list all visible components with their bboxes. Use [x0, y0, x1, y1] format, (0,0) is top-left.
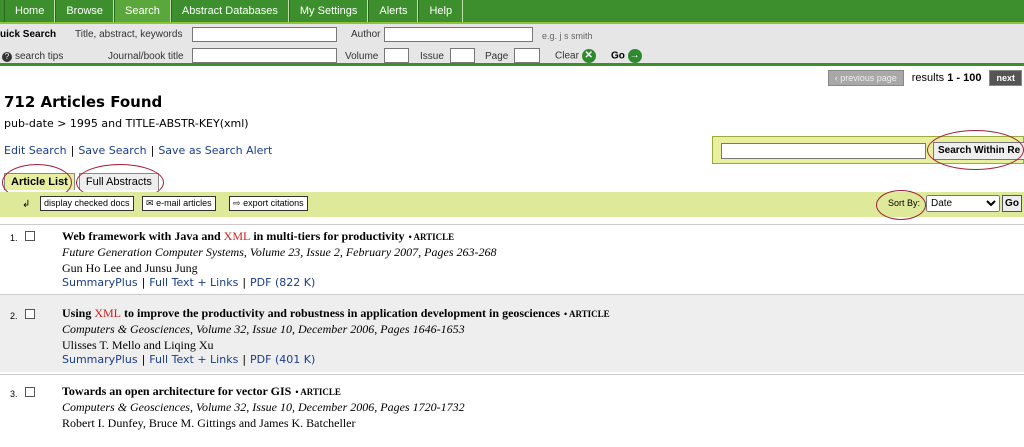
next-page-button[interactable]: next — [989, 70, 1022, 86]
volume-input[interactable] — [384, 48, 409, 63]
article-title-link[interactable]: Towards an open architecture for vector … — [62, 384, 341, 399]
article-number: 2. — [10, 311, 18, 321]
export-citations-button[interactable]: ⇨ export citations — [229, 196, 308, 211]
article-type: • ARTICLE — [295, 387, 341, 397]
list-item: 3. Towards an open architecture for vect… — [0, 374, 1024, 447]
help-icon: ? — [2, 52, 12, 62]
save-search-link[interactable]: Save Search — [78, 144, 146, 157]
quick-search-title: uick Search — [0, 29, 57, 40]
article-source: Computers & Geosciences, Volume 32, Issu… — [62, 400, 465, 414]
arrow-right-icon: → — [627, 49, 642, 63]
nav-tab-home[interactable]: Home — [4, 0, 56, 22]
results-pager: ‹ previous page results 1 - 100 next — [827, 70, 1022, 86]
full-text-link[interactable]: Full Text + Links — [149, 276, 238, 289]
nav-tab-search[interactable]: Search — [114, 0, 171, 22]
nav-tab-alerts[interactable]: Alerts — [368, 0, 419, 22]
article-authors: Gun Ho Lee and Junsu Jung — [62, 261, 198, 275]
summaryplus-link[interactable]: SummaryPlus — [62, 353, 138, 366]
go-button[interactable]: Go → — [611, 49, 642, 63]
article-type: • ARTICLE — [564, 309, 610, 319]
full-text-link[interactable]: Full Text + Links — [149, 353, 238, 366]
display-checked-docs-button[interactable]: display checked docs — [40, 196, 134, 211]
article-checkbox[interactable] — [25, 387, 35, 397]
article-title-link[interactable]: Web framework with Java and XML in multi… — [62, 229, 454, 244]
author-input[interactable] — [384, 27, 533, 42]
journal-title-label: Journal/book title — [108, 51, 184, 62]
nav-tab-help[interactable]: Help — [418, 0, 464, 22]
article-links: SummaryPlus | Full Text + Links | PDF (822 K… — [62, 276, 316, 289]
summaryplus-link[interactable]: SummaryPlus — [62, 276, 138, 289]
quick-search-panel: uick Search Title, abstract, keywords Au… — [0, 24, 1024, 66]
annotation-oval-search-within — [927, 130, 1024, 170]
export-icon: ⇨ — [233, 198, 241, 208]
page-input[interactable] — [514, 48, 540, 63]
check-arrow-icon: ↲ — [22, 199, 31, 210]
sort-by-select[interactable]: Date — [926, 195, 1000, 212]
results-toolbar: ↲ display checked docs ✉ e-mail articles… — [0, 192, 1024, 217]
article-checkbox[interactable] — [25, 309, 35, 319]
article-type: • ARTICLE — [408, 232, 455, 242]
journal-title-input[interactable] — [192, 48, 337, 63]
list-item: 2. Using XML to improve the productivity… — [0, 294, 1024, 372]
results-heading: 712 Articles Found — [4, 93, 163, 111]
edit-search-link[interactable]: Edit Search — [4, 144, 67, 157]
author-label: Author — [351, 29, 381, 40]
annotation-oval-sort-by — [876, 190, 926, 220]
save-search-alert-link[interactable]: Save as Search Alert — [158, 144, 272, 157]
list-item: 1. Web framework with Java and XML in mu… — [0, 224, 1024, 292]
clear-x-icon: ✕ — [581, 49, 596, 63]
issue-input[interactable] — [450, 48, 475, 63]
top-navigation: Home Browse Search Abstract Databases My… — [0, 0, 1024, 24]
article-number: 3. — [10, 389, 18, 399]
article-authors: Robert I. Dunfey, Bruce M. Gittings and … — [62, 416, 356, 430]
sort-go-button[interactable]: Go — [1002, 195, 1022, 212]
email-articles-button[interactable]: ✉ e-mail articles — [142, 196, 216, 211]
article-title-link[interactable]: Using XML to improve the productivity an… — [62, 306, 610, 321]
page-label: Page — [485, 51, 509, 62]
volume-label: Volume — [345, 51, 379, 62]
search-actions: Edit Search | Save Search | Save as Search A… — [4, 144, 273, 157]
pdf-link[interactable]: PDF (822 K) — [250, 276, 315, 289]
title-abstract-keywords-label: Title, abstract, keywords — [75, 29, 183, 40]
article-number: 1. — [10, 233, 18, 243]
pdf-link[interactable]: PDF (401 K) — [250, 353, 315, 366]
nav-tab-browse[interactable]: Browse — [55, 0, 115, 22]
nav-tab-abstract-databases[interactable]: Abstract Databases — [170, 0, 289, 22]
title-abstract-keywords-input[interactable] — [192, 27, 337, 42]
article-authors: Ulisses T. Mello and Liqing Xu — [62, 338, 214, 352]
article-source: Future Generation Computer Systems, Volu… — [62, 245, 497, 259]
previous-page-button[interactable]: ‹ previous page — [827, 70, 904, 86]
search-tips-link[interactable]: ? search tips — [2, 51, 63, 62]
article-checkbox[interactable] — [25, 231, 35, 241]
search-within-input[interactable] — [721, 143, 926, 159]
results-range-label: results 1 - 100 — [911, 72, 982, 84]
article-links: SummaryPlus | Full Text + Links | PDF (401 K… — [62, 353, 316, 366]
author-hint: e.g. j s smith — [542, 31, 593, 41]
article-source: Computers & Geosciences, Volume 32, Issu… — [62, 322, 465, 336]
issue-label: Issue — [420, 51, 444, 62]
search-query: pub-date > 1995 and TITLE-ABSTR-KEY(xml) — [4, 117, 249, 130]
clear-button[interactable]: Clear ✕ — [555, 49, 596, 63]
envelope-icon: ✉ — [146, 198, 154, 208]
nav-tab-my-settings[interactable]: My Settings — [288, 0, 369, 22]
